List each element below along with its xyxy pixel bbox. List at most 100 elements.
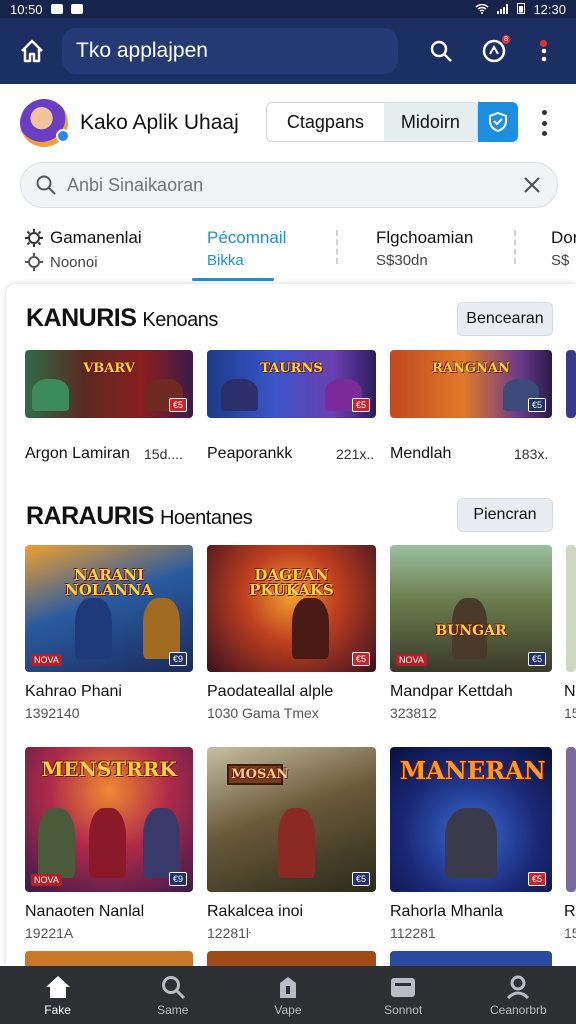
game-logo: VBARV (83, 361, 135, 377)
nav-label: Sonnot (384, 1002, 423, 1017)
game-title: Kahrao Phani (25, 683, 122, 700)
search-icon (36, 175, 56, 195)
profile-menu-button[interactable] (534, 110, 554, 136)
segmented-control: Ctagpans Midoirn (266, 102, 478, 142)
game-card-thumbnail[interactable]: MOSAN €5 (207, 747, 376, 892)
game-card-thumbnail[interactable]: MANERAN €5 (390, 747, 552, 892)
notification-icon (50, 4, 63, 14)
box-icon (391, 977, 416, 997)
game-subtitle: 1030 Gama Tmex (207, 705, 319, 721)
price-badge: €5 (168, 398, 187, 412)
game-title: Rahorla Mhanla (390, 903, 503, 920)
game-card-thumbnail[interactable]: TAURNS €5 (207, 350, 376, 418)
nav-search[interactable]: Same (115, 966, 230, 1024)
game-card-thumbnail[interactable]: BUNGAR NOVA €5 (390, 545, 552, 672)
game-logo: MENSTRRK (41, 756, 177, 781)
segment-right[interactable]: Midoirn (383, 103, 477, 141)
app-icon (70, 4, 83, 14)
tab-pecomnail[interactable]: Pécomnail Bikka (207, 228, 286, 269)
app-bar: Tko applajpen 8 (0, 18, 576, 84)
status-bar: 10:50 12:30 (0, 0, 576, 18)
section-subheading: Kenoans (142, 309, 218, 331)
game-card-thumbnail-partial[interactable] (207, 951, 376, 966)
game-title: Rakalcea inoi (207, 903, 304, 920)
game-title: Nanaoten Nanlal (25, 903, 145, 920)
tab-flgchoamian[interactable]: Flgchoamian S$30dn (376, 228, 473, 269)
game-title: N (564, 683, 576, 700)
shield-button[interactable] (478, 102, 518, 142)
nav-home[interactable]: Fake (0, 966, 115, 1024)
nav-label: Same (157, 1002, 189, 1017)
price-badge: €9 (168, 872, 187, 886)
game-card-thumbnail-partial[interactable] (566, 350, 576, 418)
price-badge: €5 (351, 652, 370, 666)
tab-gamanenlai[interactable]: Gamanenlai Noonoi (24, 228, 142, 272)
game-card-thumbnail[interactable]: NARANI NOLANNA NOVA €9 (25, 545, 193, 672)
battery-icon (517, 2, 526, 17)
nav-label: Ceanorbrb (489, 1002, 547, 1017)
game-card-thumbnail-partial[interactable] (566, 747, 576, 892)
home-icon (45, 975, 70, 998)
segment-left[interactable]: Ctagpans (267, 103, 384, 141)
game-subtitle: 112281 (390, 925, 436, 941)
tab-dor[interactable]: Dor S$ (551, 228, 576, 269)
active-tab-indicator (192, 278, 274, 281)
price-badge: €5 (527, 398, 546, 412)
nav-label: Vape (274, 1002, 302, 1017)
tab-label: Pécomnail (207, 228, 287, 247)
game-subtitle: 323812 (390, 705, 437, 721)
game-subtitle: 19221A (25, 925, 74, 941)
close-icon[interactable] (521, 174, 543, 196)
clock-right: 12:30 (533, 1, 566, 17)
home-button[interactable] (12, 31, 52, 71)
game-card-thumbnail[interactable]: MENSTRRK NOVA €9 (25, 747, 193, 892)
game-value: 183x. (514, 446, 549, 462)
notifications-button[interactable]: 8 (474, 31, 514, 71)
nav-sonnot[interactable]: Sonnot (346, 966, 461, 1024)
game-title: Argon Lamiran (25, 445, 130, 462)
nav-vape[interactable]: Vape (230, 966, 345, 1024)
game-card-thumbnail-partial[interactable] (566, 545, 576, 672)
tab-label: Gamanenlai (50, 228, 142, 247)
game-card-thumbnail-partial[interactable] (25, 951, 193, 966)
game-title: Ri (564, 903, 576, 920)
section-action-button[interactable]: Piencran (457, 498, 553, 532)
publisher-badge: NOVA (31, 654, 62, 666)
section-heading: RARAURIS (26, 502, 154, 530)
alert-dot (540, 40, 547, 47)
profile-name: Kako Aplik Uhaaj (80, 111, 239, 134)
nav-profile[interactable]: Ceanorbrb (461, 966, 576, 1024)
search-button[interactable] (421, 31, 461, 71)
game-logo: TAURNS (260, 361, 323, 377)
game-card-thumbnail-partial[interactable] (390, 951, 552, 966)
price-badge: €5 (527, 652, 546, 666)
game-title: Paodateallal alple (207, 683, 334, 700)
notification-badge: 8 (502, 35, 510, 44)
section-heading: KANURIS (26, 304, 137, 332)
overflow-menu-button[interactable] (524, 31, 564, 71)
game-title: Peaporankk (207, 445, 293, 462)
section-subheading: Hoentanes (159, 507, 253, 529)
bag-icon (279, 976, 296, 998)
game-value: 15d.... (144, 446, 183, 462)
price-badge: €5 (351, 398, 370, 412)
search-input[interactable] (67, 174, 487, 196)
game-card-thumbnail[interactable]: VBARV €5 (25, 350, 193, 418)
category-tabs: Gamanenlai Noonoi Pécomnail Bikka Flgcho… (0, 222, 576, 284)
game-logo: NARANI NOLANNA (64, 565, 154, 599)
game-card-thumbnail[interactable]: DAGEAN PKUKAKS €5 (207, 545, 376, 672)
game-card-thumbnail[interactable]: RANGNAN €5 (390, 350, 552, 418)
section-action-button[interactable]: Bencearan (457, 302, 553, 336)
search-icon (430, 40, 452, 62)
publisher-badge: NOVA (396, 654, 427, 666)
game-subtitle: 12281ŀ (207, 925, 251, 941)
avatar[interactable] (20, 99, 70, 147)
tab-sublabel: S$30dn (376, 252, 428, 269)
game-subtitle: 1392140 (25, 705, 80, 721)
gear-icon (25, 253, 43, 271)
app-title[interactable]: Tko applajpen (62, 28, 398, 74)
publisher-badge: NOVA (31, 874, 62, 886)
content-panel: KANURIS Kenoans Bencearan VBARV €5 TAURNS… (6, 284, 576, 966)
verified-dot (56, 129, 70, 143)
tab-label: Dor (551, 228, 576, 247)
